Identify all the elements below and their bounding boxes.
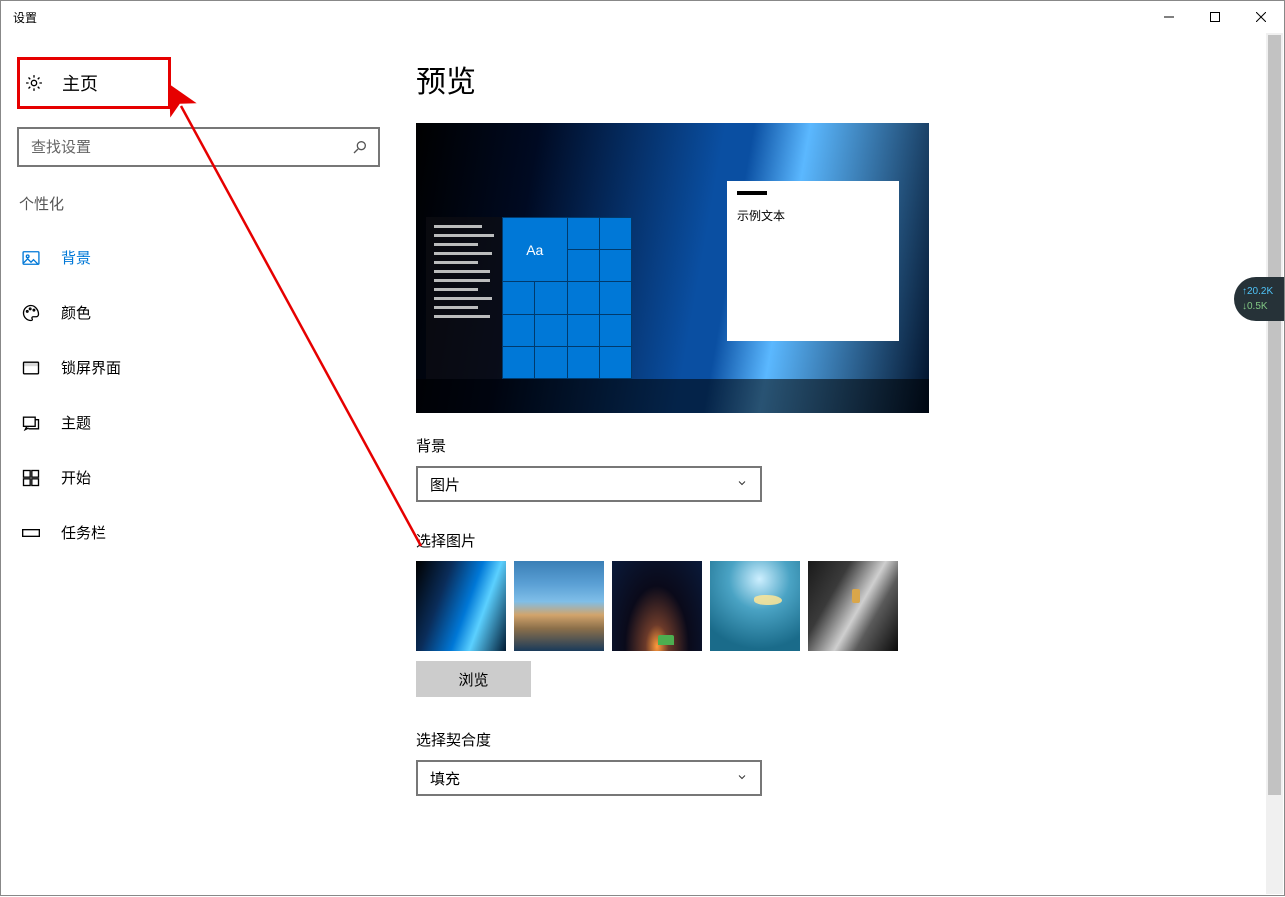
net-upload: ↑20.2K — [1242, 286, 1280, 297]
sidebar-item-background[interactable]: 背景 — [17, 234, 380, 281]
home-label: 主页 — [62, 70, 98, 96]
chevron-down-icon — [736, 476, 748, 493]
scrollbar-thumb[interactable] — [1268, 35, 1281, 795]
sidebar-item-label: 主题 — [61, 412, 91, 433]
sidebar-item-label: 任务栏 — [61, 522, 106, 543]
search-input[interactable] — [31, 139, 352, 156]
fit-dropdown-value: 填充 — [430, 768, 460, 789]
image-thumb-5[interactable] — [808, 561, 898, 651]
maximize-button[interactable] — [1192, 1, 1238, 33]
sidebar-section-title: 个性化 — [17, 193, 380, 214]
minimize-button[interactable] — [1146, 1, 1192, 33]
sample-text: 示例文本 — [737, 207, 889, 224]
search-box[interactable] — [17, 127, 380, 167]
content-area: 预览 Aa 示例文本 — [396, 33, 1284, 895]
image-thumb-4[interactable] — [710, 561, 800, 651]
gear-icon — [24, 73, 44, 93]
sidebar-item-lockscreen[interactable]: 锁屏界面 — [17, 344, 380, 391]
browse-button[interactable]: 浏览 — [416, 661, 531, 697]
image-thumb-1[interactable] — [416, 561, 506, 651]
fit-label: 选择契合度 — [416, 729, 1244, 750]
image-thumb-3[interactable] — [612, 561, 702, 651]
sidebar-item-start[interactable]: 开始 — [17, 454, 380, 501]
page-heading: 预览 — [416, 57, 1244, 101]
image-thumbnails — [416, 561, 1244, 651]
desktop-preview: Aa 示例文本 — [416, 123, 929, 413]
preview-sample-window: 示例文本 — [727, 181, 899, 341]
scrollbar[interactable] — [1266, 33, 1283, 894]
sidebar-item-label: 开始 — [61, 467, 91, 488]
window-controls — [1146, 1, 1284, 33]
background-dropdown-value: 图片 — [430, 474, 460, 495]
preview-tile-aa: Aa — [503, 218, 567, 281]
sidebar: 主页 个性化 背景 — [1, 33, 396, 895]
sidebar-item-colors[interactable]: 颜色 — [17, 289, 380, 336]
sidebar-item-label: 背景 — [61, 247, 91, 268]
sidebar-item-label: 颜色 — [61, 302, 91, 323]
window-title: 设置 — [13, 9, 37, 26]
picture-icon — [21, 248, 41, 268]
start-icon — [21, 468, 41, 488]
search-icon — [352, 139, 368, 155]
fit-dropdown[interactable]: 填充 — [416, 760, 762, 796]
image-thumb-2[interactable] — [514, 561, 604, 651]
themes-icon — [21, 413, 41, 433]
sidebar-item-label: 锁屏界面 — [61, 357, 121, 378]
network-widget[interactable]: ↑20.2K ↓0.5K — [1234, 277, 1284, 321]
chevron-down-icon — [736, 770, 748, 787]
palette-icon — [21, 303, 41, 323]
lockscreen-icon — [21, 358, 41, 378]
sidebar-item-taskbar[interactable]: 任务栏 — [17, 509, 380, 556]
close-button[interactable] — [1238, 1, 1284, 33]
choose-image-label: 选择图片 — [416, 530, 1244, 551]
background-label: 背景 — [416, 435, 1244, 456]
net-download: ↓0.5K — [1242, 301, 1280, 312]
sidebar-item-themes[interactable]: 主题 — [17, 399, 380, 446]
taskbar-icon — [21, 523, 41, 543]
background-dropdown[interactable]: 图片 — [416, 466, 762, 502]
home-button[interactable]: 主页 — [17, 57, 171, 109]
titlebar: 设置 — [1, 1, 1284, 33]
